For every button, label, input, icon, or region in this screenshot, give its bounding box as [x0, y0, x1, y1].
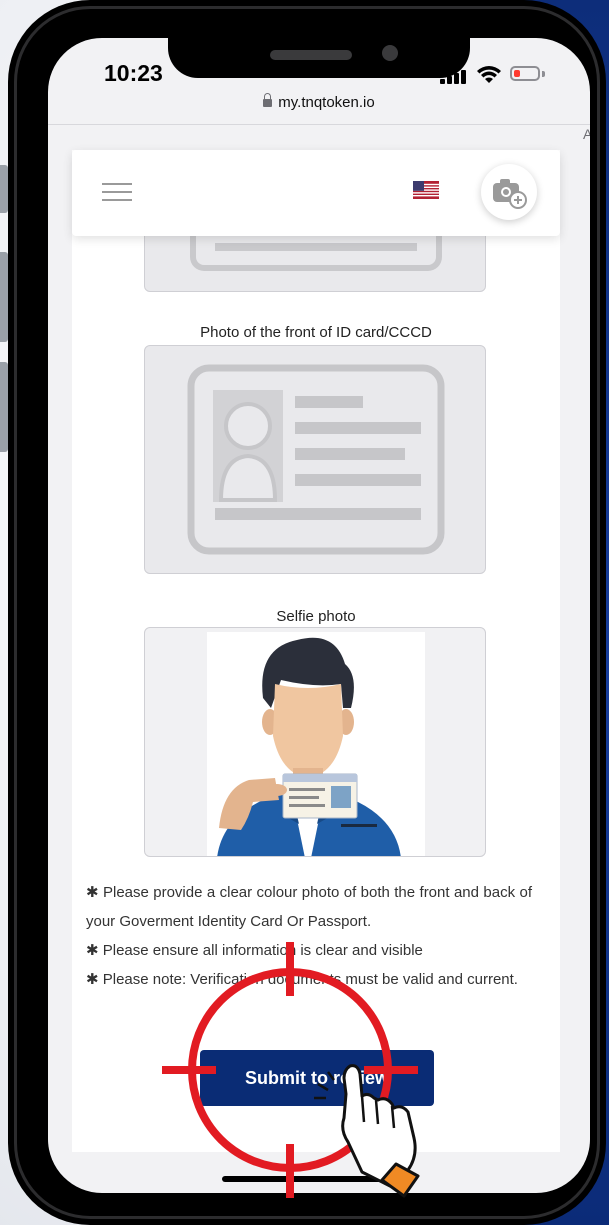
note-item: ✱ Please note: Verification documents mu… — [86, 971, 518, 988]
selfie-upload[interactable] — [144, 627, 486, 857]
instructions: ✱ Please provide a clear colour photo of… — [86, 878, 532, 994]
phone-screen: 10:23 my.tnqtoken.io AA — [48, 38, 590, 1193]
id-card-placeholder-icon — [187, 364, 445, 555]
note-item: ✱ Please ensure all information is clear… — [86, 942, 423, 959]
phone-frame: 10:23 my.tnqtoken.io AA — [8, 0, 606, 1225]
lock-icon — [263, 93, 273, 107]
front-id-label: Photo of the front of ID card/CCCD — [200, 324, 432, 341]
note-item: ✱ Please provide a clear colour photo of… — [86, 884, 532, 930]
address-bar-divider — [48, 124, 590, 125]
front-id-upload[interactable] — [144, 345, 486, 574]
text-size-button[interactable]: AA — [583, 126, 590, 142]
volume-down-button — [0, 362, 8, 452]
speaker — [270, 50, 352, 60]
us-flag-icon[interactable] — [413, 181, 439, 199]
battery-tip — [542, 71, 545, 77]
header-bar — [72, 150, 560, 236]
signal-icon — [440, 68, 468, 84]
home-indicator — [222, 1176, 416, 1182]
selfie-label: Selfie photo — [276, 608, 356, 625]
volume-up-button — [0, 252, 8, 342]
url-text: my.tnqtoken.io — [278, 94, 375, 111]
status-time: 10:23 — [104, 60, 163, 86]
upload-button[interactable] — [481, 164, 537, 220]
mute-switch — [0, 165, 8, 213]
selfie-illustration — [207, 632, 425, 856]
wifi-icon — [477, 66, 501, 83]
front-camera — [382, 45, 398, 61]
hamburger-icon[interactable] — [102, 181, 132, 203]
notch — [168, 38, 470, 78]
camera-plus-icon — [493, 179, 527, 209]
address-bar[interactable]: my.tnqtoken.io — [48, 93, 590, 124]
battery-icon — [510, 66, 540, 81]
submit-to-review-button[interactable]: Submit to review — [200, 1050, 434, 1106]
